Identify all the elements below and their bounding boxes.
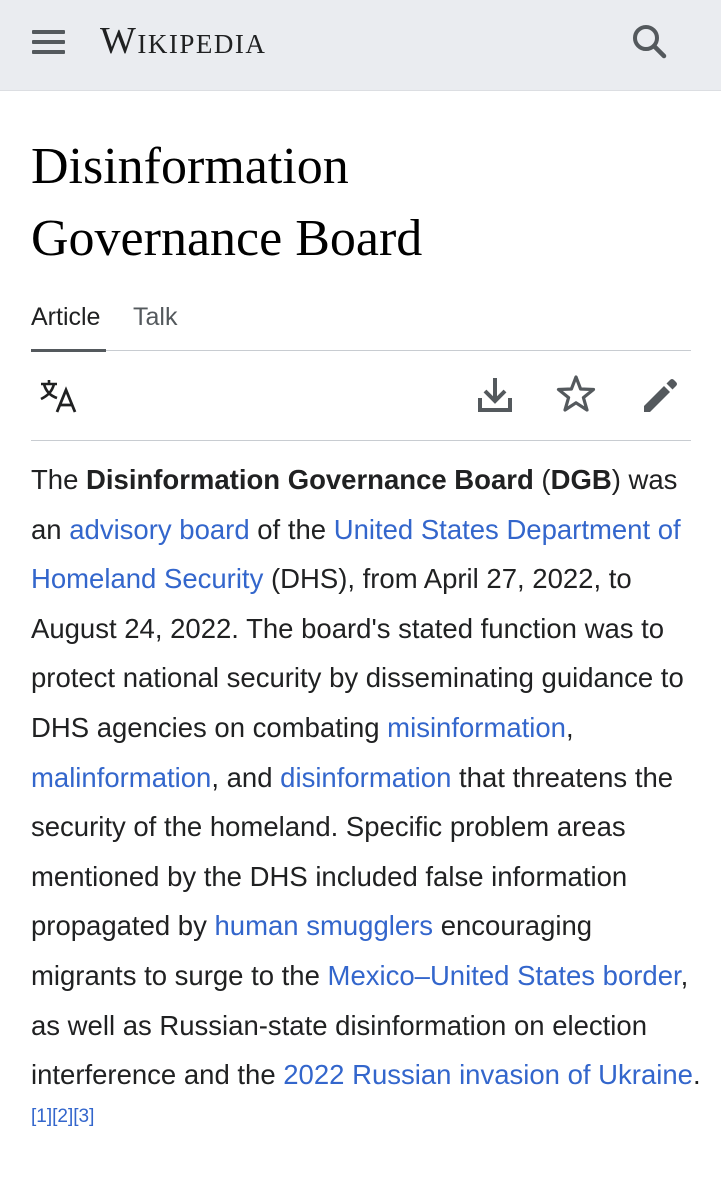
link-misinformation[interactable]: misinformation bbox=[387, 712, 566, 743]
tab-talk[interactable]: Talk bbox=[133, 300, 177, 334]
hamburger-menu-icon-bar bbox=[32, 40, 65, 44]
watch-button[interactable] bbox=[556, 374, 596, 414]
page-tabs: Article Talk bbox=[31, 296, 691, 352]
edit-button[interactable] bbox=[640, 374, 680, 414]
site-header: Wikipedia bbox=[0, 0, 721, 91]
language-icon bbox=[40, 380, 77, 413]
page-title-line1: Disinformation bbox=[31, 138, 349, 195]
link-disinformation[interactable]: disinformation bbox=[280, 762, 451, 793]
citation-refs: [1][2][3] bbox=[31, 1106, 94, 1127]
text-segment: . bbox=[692, 1059, 701, 1091]
article-lead-paragraph: The Disinformation Governance Board (DGB… bbox=[31, 455, 701, 1149]
text-segment: , bbox=[565, 711, 574, 743]
hamburger-menu-icon-bar bbox=[32, 50, 65, 54]
menu-button[interactable] bbox=[24, 22, 74, 62]
tab-article[interactable]: Article bbox=[31, 300, 100, 334]
link-russian-invasion[interactable]: 2022 Russian invasion of Ukraine bbox=[283, 1059, 693, 1090]
link-human-smugglers[interactable]: human smugglers bbox=[214, 910, 433, 941]
citation-link-2[interactable]: [2] bbox=[52, 1106, 73, 1127]
article-subject-abbreviation: DGB bbox=[550, 464, 612, 495]
star-icon bbox=[556, 375, 596, 412]
download-icon bbox=[478, 378, 512, 412]
text-segment: ( bbox=[533, 464, 551, 495]
citation-link-1[interactable]: [1] bbox=[31, 1106, 52, 1127]
link-mexico-us-border[interactable]: Mexico–United States border bbox=[328, 960, 681, 991]
page-actions-toolbar bbox=[31, 350, 691, 441]
link-malinformation[interactable]: malinformation bbox=[31, 762, 211, 793]
download-button[interactable] bbox=[475, 374, 515, 414]
hamburger-menu-icon bbox=[32, 30, 65, 34]
tab-article-label: Article bbox=[31, 303, 101, 331]
article-subject-name: Disinformation Governance Board bbox=[86, 464, 534, 495]
page-title: Disinformation Governance Board bbox=[31, 131, 691, 275]
text-segment: , and bbox=[211, 761, 281, 793]
citation-link-3[interactable]: [3] bbox=[73, 1106, 94, 1127]
text-segment: The bbox=[31, 464, 87, 495]
language-button[interactable] bbox=[37, 374, 77, 414]
link-advisory-board[interactable]: advisory board bbox=[69, 514, 249, 545]
search-icon bbox=[633, 25, 667, 59]
text-segment: of the bbox=[249, 513, 334, 545]
tab-talk-label: Talk bbox=[133, 303, 178, 331]
search-button[interactable] bbox=[626, 18, 674, 66]
page-title-line2: Governance Board bbox=[31, 210, 423, 267]
pencil-icon bbox=[644, 379, 677, 412]
wikipedia-wordmark[interactable]: Wikipedia bbox=[100, 19, 266, 63]
